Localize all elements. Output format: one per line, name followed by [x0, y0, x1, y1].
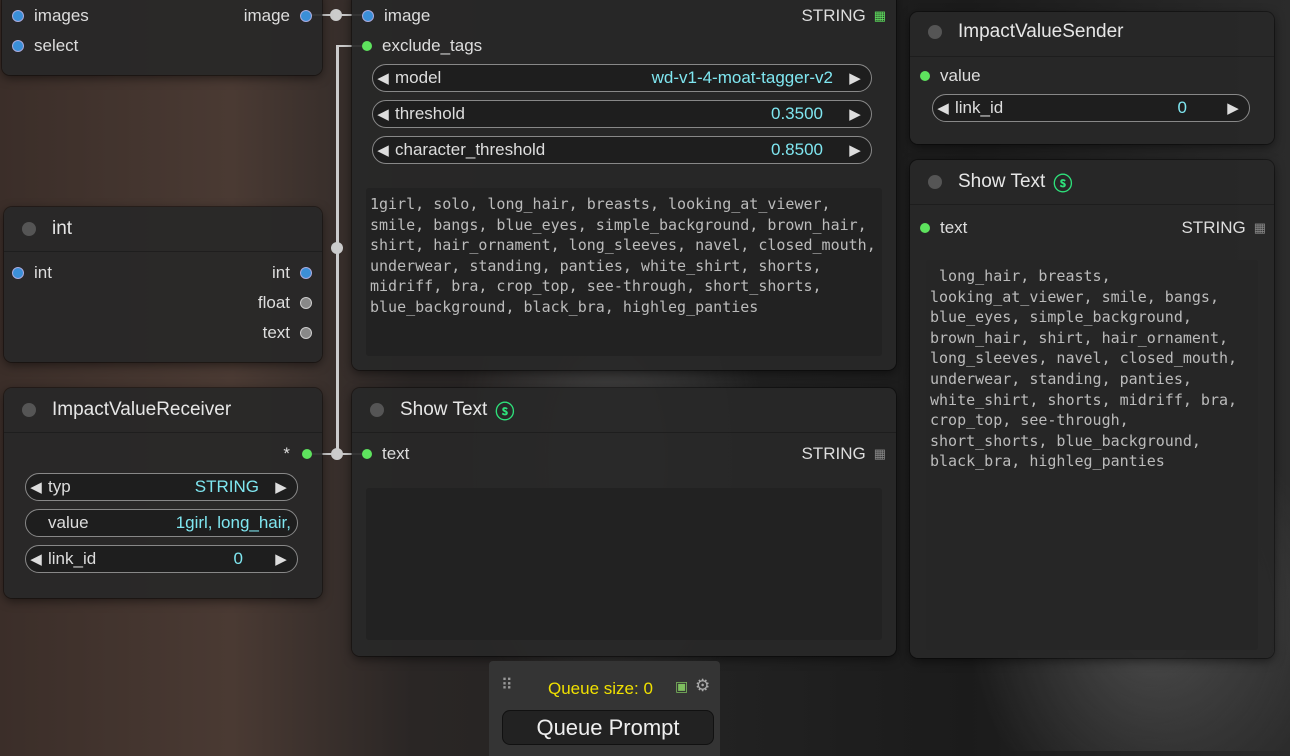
input-images-label: images: [34, 6, 89, 25]
drag-handle-icon[interactable]: ⠿: [501, 675, 513, 695]
arrow-left-icon[interactable]: ◀: [933, 99, 953, 117]
node-impact-value-sender[interactable]: ImpactValueSender value ◀ link_id 0 ▶: [910, 12, 1274, 144]
arrow-right-icon[interactable]: ▶: [845, 105, 865, 123]
pysssss-icon: ⓢ: [1053, 173, 1073, 195]
output-float-dot[interactable]: [300, 297, 312, 309]
queue-panel: ⠿ Queue size: 0 ▣ ⚙ Queue Prompt: [489, 661, 720, 756]
arrow-right-icon[interactable]: ▶: [1223, 99, 1243, 117]
collapse-dot[interactable]: [928, 25, 942, 39]
arrow-left-icon[interactable]: ◀: [26, 550, 46, 568]
input-value-dot[interactable]: [920, 71, 930, 81]
output-any-dot[interactable]: [302, 449, 312, 459]
arrow-left-icon[interactable]: ◀: [373, 105, 393, 123]
widget-character-threshold[interactable]: ◀ character_threshold 0.8500 ▶: [372, 136, 872, 164]
output-string-label: STRING: [801, 444, 866, 463]
arrow-right-icon[interactable]: ▶: [271, 478, 291, 496]
output-text-label: text: [262, 323, 290, 342]
gear-icon[interactable]: ⚙: [695, 676, 710, 696]
output-string-label: STRING: [801, 6, 866, 25]
node-title: ImpactValueSender: [958, 21, 1124, 42]
link-knot: [331, 448, 343, 460]
widget-link-id[interactable]: ◀ link_id 0 ▶: [932, 94, 1250, 122]
widget-model[interactable]: ◀ model wd-v1-4-moat-tagger-v2 ▶: [372, 64, 872, 92]
tags-output-textarea[interactable]: 1girl, solo, long_hair, breasts, looking…: [366, 188, 882, 356]
widget-typ[interactable]: ◀ typ STRING ▶: [25, 473, 298, 501]
node-show-text-right[interactable]: Show Text ⓢ text STRING ▦ long_hair, breas…: [910, 160, 1274, 658]
node-impact-value-receiver[interactable]: ImpactValueReceiver * ◀ typ STRING ▶ val…: [4, 388, 322, 598]
node-wd14-tagger[interactable]: image exclude_tags STRING ▦ ◀ model wd-v1…: [352, 0, 896, 370]
link-knot: [330, 9, 342, 21]
input-image-dot[interactable]: [362, 10, 374, 22]
show-text-output[interactable]: [366, 488, 882, 640]
show-text-output[interactable]: long_hair, breasts, looking_at_viewer, s…: [926, 260, 1258, 650]
node-load-image[interactable]: images select image: [2, 0, 322, 75]
output-int-dot[interactable]: [300, 267, 312, 279]
collapse-dot[interactable]: [22, 403, 36, 417]
grid-icon[interactable]: ▦: [1254, 220, 1266, 236]
input-text-label: text: [382, 444, 410, 463]
input-select-label: select: [34, 36, 79, 55]
input-int-label: int: [34, 263, 52, 282]
collapse-dot[interactable]: [928, 175, 942, 189]
arrow-left-icon[interactable]: ◀: [373, 141, 393, 159]
output-float-label: float: [257, 293, 290, 312]
input-text-dot[interactable]: [362, 449, 372, 459]
grid-icon[interactable]: ▦: [874, 8, 886, 24]
input-select-dot[interactable]: [12, 40, 24, 52]
output-any-label: *: [283, 444, 290, 463]
input-image-label: image: [384, 6, 431, 25]
arrow-right-icon[interactable]: ▶: [845, 141, 865, 159]
arrow-right-icon[interactable]: ▶: [845, 69, 865, 87]
widget-link-id[interactable]: ◀ link_id 0 ▶: [25, 545, 298, 573]
link-knot: [331, 242, 343, 254]
collapse-dot[interactable]: [22, 222, 36, 236]
output-image-dot[interactable]: [300, 10, 312, 22]
input-value-label: value: [940, 66, 981, 85]
arrow-right-icon[interactable]: ▶: [271, 550, 291, 568]
input-images-dot[interactable]: [12, 10, 24, 22]
collapse-dot[interactable]: [370, 403, 384, 417]
image-icon[interactable]: ▣: [675, 678, 688, 695]
input-exclude-tags-dot[interactable]: [362, 41, 372, 51]
queue-prompt-button[interactable]: Queue Prompt: [502, 710, 714, 745]
queue-size-label: Queue size: 0: [548, 679, 653, 698]
input-text-label: text: [940, 218, 968, 237]
output-text-dot[interactable]: [300, 327, 312, 339]
input-int-dot[interactable]: [12, 267, 24, 279]
node-title: Show Text: [958, 171, 1046, 192]
node-title: Show Text: [400, 399, 488, 420]
node-int[interactable]: int int int float text: [4, 207, 322, 362]
node-title: ImpactValueReceiver: [52, 399, 232, 420]
node-show-text-mid[interactable]: Show Text ⓢ text STRING ▦: [352, 388, 896, 656]
output-image-label: image: [243, 6, 290, 25]
output-string-label: STRING: [1181, 218, 1246, 237]
widget-threshold[interactable]: ◀ threshold 0.3500 ▶: [372, 100, 872, 128]
arrow-left-icon[interactable]: ◀: [373, 69, 393, 87]
input-text-dot[interactable]: [920, 223, 930, 233]
output-int-label: int: [272, 263, 290, 282]
widget-value[interactable]: value 1girl, long_hair,: [25, 509, 298, 537]
grid-icon[interactable]: ▦: [874, 446, 886, 462]
node-title: int: [52, 218, 73, 239]
pysssss-icon: ⓢ: [495, 401, 515, 423]
input-exclude-tags-label: exclude_tags: [382, 36, 483, 55]
arrow-left-icon[interactable]: ◀: [26, 478, 46, 496]
